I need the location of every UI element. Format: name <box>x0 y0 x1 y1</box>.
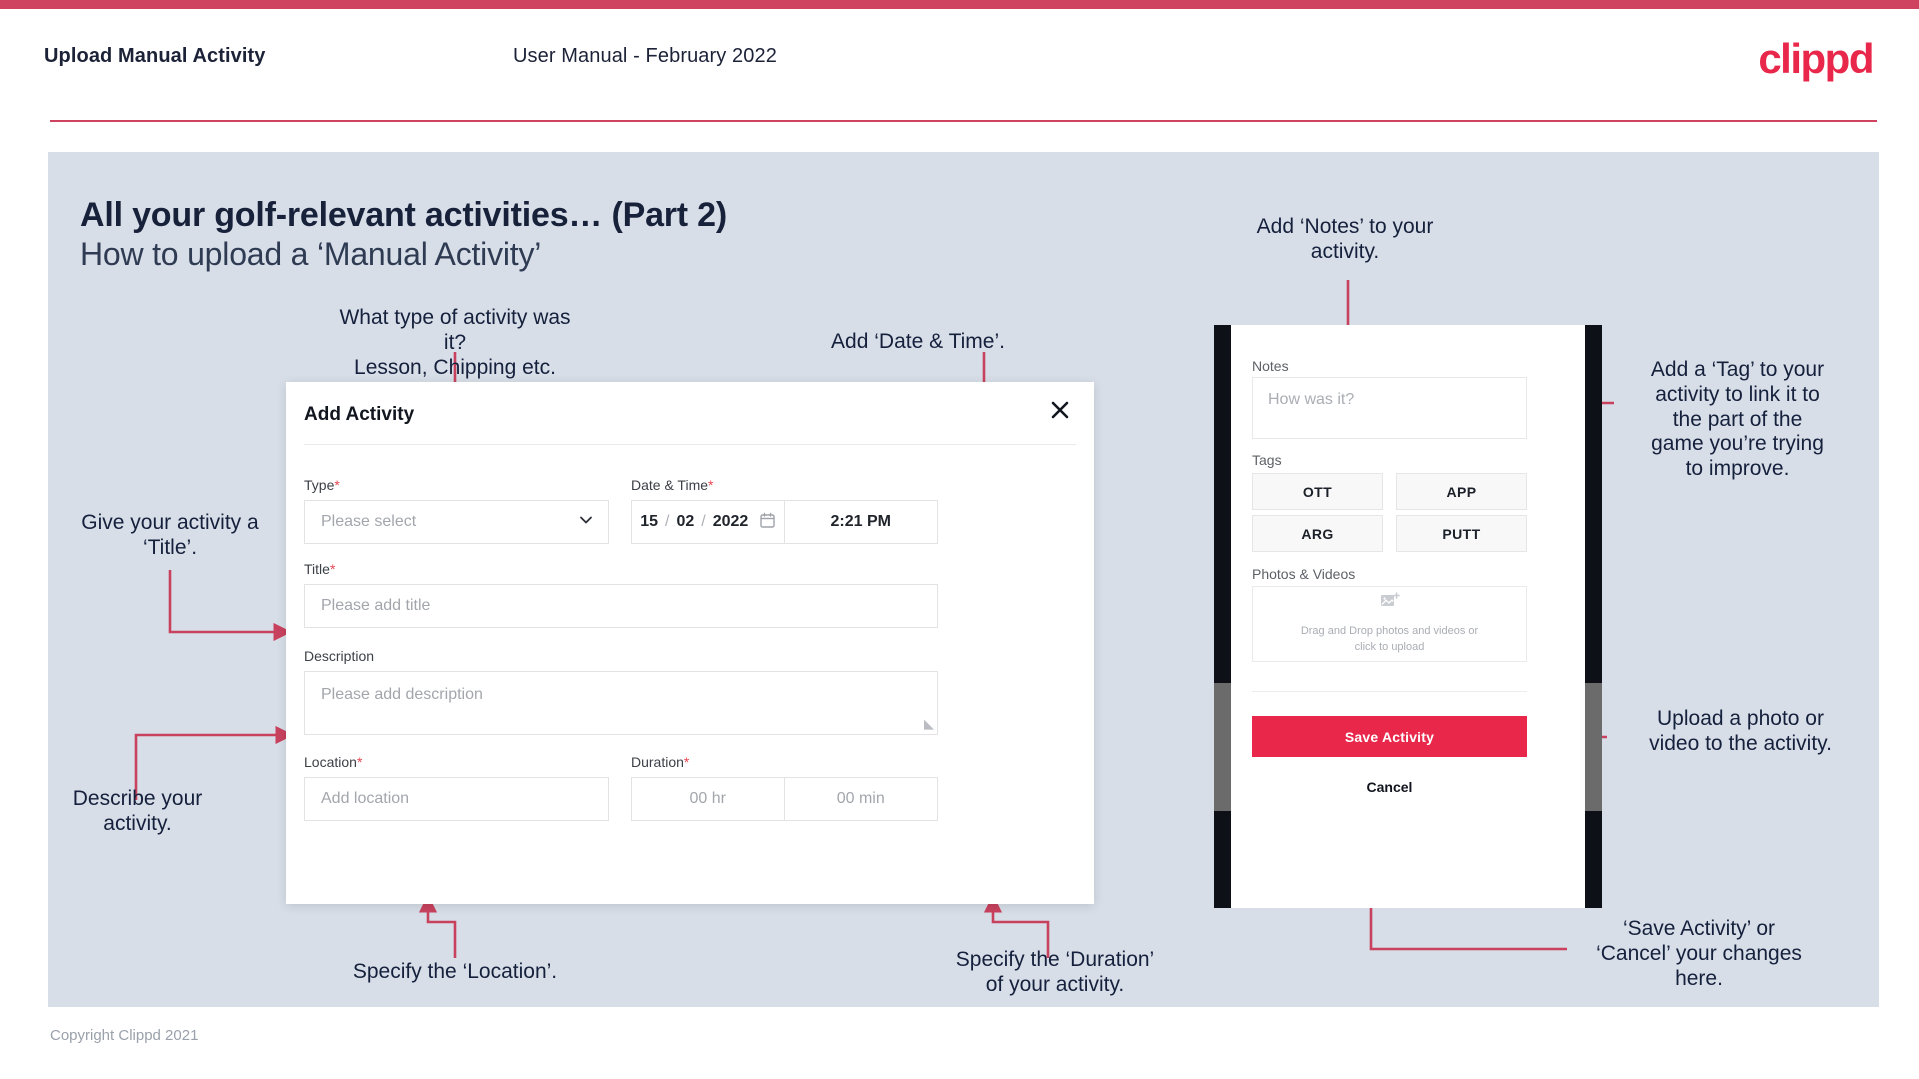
date-input[interactable]: 15 / 02 / 2022 <box>632 501 785 543</box>
date-sep-2: / <box>701 513 706 530</box>
description-textarea[interactable]: Please add description ◢ <box>304 671 938 735</box>
annotation-tags: Add a ‘Tag’ to your activity to link it … <box>1650 358 1825 481</box>
photos-label: Photos & Videos <box>1252 566 1356 582</box>
notes-textarea[interactable]: How was it? <box>1252 377 1527 439</box>
close-icon[interactable] <box>1045 395 1075 425</box>
required-marker: * <box>334 477 340 493</box>
time-input[interactable]: 2:21 PM <box>785 501 938 543</box>
title-input[interactable]: Please add title <box>304 584 938 628</box>
tags-label: Tags <box>1252 452 1282 468</box>
phone-bezel-right-grey <box>1585 683 1602 811</box>
slide-title-regular: How to upload a ‘Manual Activity’ <box>80 236 542 272</box>
annotation-duration: Specify the ‘Duration’ of your activity. <box>955 948 1155 996</box>
manual-subtitle: User Manual - February 2022 <box>513 45 777 67</box>
datetime-field: 15 / 02 / 2022 2:21 PM <box>631 500 938 544</box>
annotation-description: Describe your activity. <box>72 787 203 835</box>
type-select[interactable]: Please select <box>304 500 609 544</box>
dialog-divider <box>304 444 1076 445</box>
phone-mockup: Notes How was it? Tags OTT APP ARG PUTT … <box>1214 325 1602 908</box>
required-marker: * <box>683 754 690 770</box>
notes-placeholder: How was it? <box>1268 391 1355 408</box>
notes-label: Notes <box>1252 358 1289 374</box>
annotation-save-cancel: ‘Save Activity’ or ‘Cancel’ your changes… <box>1596 917 1802 990</box>
tag-arg[interactable]: ARG <box>1252 515 1383 552</box>
duration-label: Duration* <box>631 754 690 770</box>
slide-title-bold: All your golf-relevant activities… (Part… <box>80 196 728 234</box>
resize-grip-icon[interactable]: ◢ <box>924 716 934 732</box>
calendar-icon[interactable] <box>760 512 775 533</box>
annotation-datetime: Add ‘Date & Time’. <box>831 330 1005 353</box>
title-placeholder: Please add title <box>321 597 431 614</box>
tag-ott[interactable]: OTT <box>1252 473 1383 510</box>
save-activity-button[interactable]: Save Activity <box>1252 716 1527 757</box>
tag-putt[interactable]: PUTT <box>1396 515 1527 552</box>
annotation-type: What type of activity was it? Lesson, Ch… <box>339 306 571 379</box>
duration-minutes-input[interactable]: 00 min <box>785 778 938 820</box>
photo-dropzone[interactable]: Drag and Drop photos and videos or click… <box>1252 586 1527 662</box>
add-activity-dialog: Add Activity Type* Please select Date & … <box>286 382 1094 904</box>
phone-bezel-left-grey <box>1214 683 1231 811</box>
annotation-upload: Upload a photo or video to the activity. <box>1649 707 1832 755</box>
annotation-title: Give your activity a ‘Title’. <box>81 511 259 559</box>
chevron-down-icon <box>578 512 594 533</box>
date-day: 15 <box>640 513 658 530</box>
date-month: 02 <box>676 513 695 530</box>
phone-bezel-left <box>1214 325 1231 908</box>
add-image-icon <box>1380 592 1400 615</box>
page-title: Upload Manual Activity <box>44 45 266 67</box>
description-label: Description <box>304 648 375 664</box>
duration-hours-input[interactable]: 00 hr <box>632 778 785 820</box>
required-marker: * <box>356 754 363 770</box>
dropzone-text: Drag and Drop photos and videos or click… <box>1300 625 1479 653</box>
clippd-logo: clippd <box>1758 35 1874 82</box>
description-placeholder: Please add description <box>321 686 483 703</box>
datetime-label: Date & Time* <box>631 477 714 493</box>
dialog-title: Add Activity <box>304 404 415 425</box>
location-placeholder: Add location <box>321 790 410 807</box>
phone-bezel-right <box>1585 325 1602 908</box>
annotation-location: Specify the ‘Location’. <box>352 960 558 983</box>
header-divider <box>50 120 1877 122</box>
location-label: Location* <box>304 754 363 770</box>
duration-field: 00 hr 00 min <box>631 777 938 821</box>
annotation-notes: Add ‘Notes’ to your activity. <box>1256 215 1434 263</box>
phone-divider <box>1252 691 1527 692</box>
type-placeholder: Please select <box>321 513 417 530</box>
tag-app[interactable]: APP <box>1396 473 1527 510</box>
type-label: Type* <box>304 477 340 493</box>
copyright-text: Copyright Clippd 2021 <box>50 1027 199 1044</box>
date-year: 2022 <box>712 513 749 530</box>
phone-screen: Notes How was it? Tags OTT APP ARG PUTT … <box>1231 325 1585 908</box>
required-marker: * <box>708 477 714 493</box>
location-input[interactable]: Add location <box>304 777 609 821</box>
date-sep-1: / <box>665 513 670 530</box>
top-accent-bar <box>0 0 1919 9</box>
required-marker: * <box>329 561 336 577</box>
cancel-button[interactable]: Cancel <box>1252 769 1527 805</box>
title-label: Title* <box>304 561 336 577</box>
